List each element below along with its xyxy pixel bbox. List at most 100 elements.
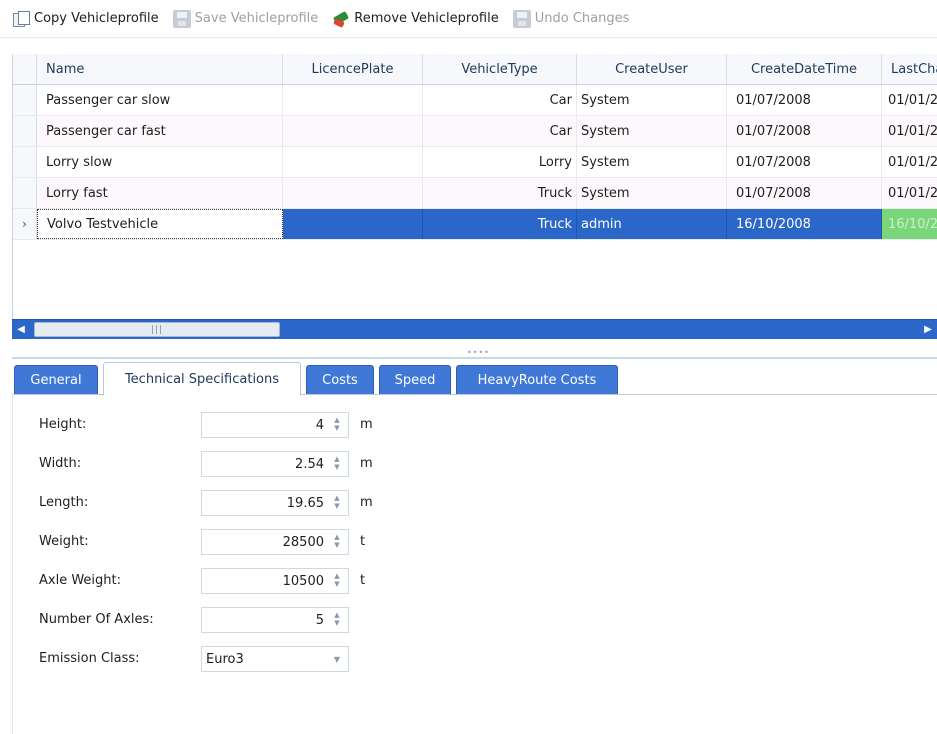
chevron-down-icon[interactable]: ▼ bbox=[334, 655, 340, 664]
remove-vehicleprofile-label: Remove Vehicleprofile bbox=[354, 11, 499, 26]
cell-last[interactable]: 16/10/2 bbox=[882, 209, 937, 239]
scrollbar-thumb[interactable]: ||| bbox=[34, 322, 280, 337]
number-of-axles-label: Number Of Axles: bbox=[39, 612, 154, 627]
emission-class-field: Emission Class: Euro3 ▼ bbox=[13, 646, 413, 674]
height-label: Height: bbox=[39, 417, 87, 432]
cell-licence[interactable] bbox=[283, 209, 423, 239]
table-row[interactable]: Lorry slow Lorry System 01/07/2008 01/01… bbox=[13, 147, 937, 178]
cell-user[interactable]: System bbox=[577, 85, 727, 115]
column-header-name[interactable]: Name bbox=[37, 54, 283, 84]
row-selector[interactable] bbox=[13, 85, 37, 115]
height-field: Height: 4 ▲ ▼ m bbox=[13, 412, 413, 440]
remove-icon bbox=[332, 10, 350, 28]
cell-created[interactable]: 01/07/2008 bbox=[727, 147, 882, 177]
grid-header: Name LicencePlate VehicleType CreateUser… bbox=[13, 54, 937, 85]
cell-licence[interactable] bbox=[283, 116, 423, 146]
scroll-right-icon[interactable]: ▶ bbox=[919, 320, 937, 339]
cell-type[interactable]: Car bbox=[423, 116, 577, 146]
row-selector-header bbox=[13, 54, 37, 84]
cell-last[interactable]: 01/01/2 bbox=[882, 147, 937, 177]
cell-last[interactable]: 01/01/2 bbox=[882, 178, 937, 208]
length-unit: m bbox=[360, 495, 373, 510]
table-row-selected[interactable]: › Volvo Testvehicle Truck admin 16/10/20… bbox=[13, 209, 937, 240]
cell-user[interactable]: System bbox=[577, 147, 727, 177]
column-header-vehicletype[interactable]: VehicleType bbox=[423, 54, 577, 84]
emission-class-value[interactable]: Euro3 bbox=[206, 652, 244, 667]
axle-weight-unit: t bbox=[360, 573, 366, 588]
cell-type[interactable]: Car bbox=[423, 85, 577, 115]
cell-name[interactable]: Volvo Testvehicle bbox=[37, 209, 283, 239]
cell-user[interactable]: System bbox=[577, 178, 727, 208]
length-value[interactable]: 19.65 bbox=[287, 496, 324, 511]
spin-arrows-icon[interactable]: ▲ ▼ bbox=[332, 572, 342, 590]
height-value[interactable]: 4 bbox=[316, 418, 324, 433]
height-unit: m bbox=[360, 417, 373, 432]
cell-name[interactable]: Passenger car slow bbox=[37, 85, 283, 115]
spin-arrows-icon[interactable]: ▲ ▼ bbox=[332, 533, 342, 551]
width-field: Width: 2.54 ▲ ▼ m bbox=[13, 451, 413, 479]
column-header-licenceplate[interactable]: LicencePlate bbox=[283, 54, 423, 84]
cell-created[interactable]: 01/07/2008 bbox=[727, 116, 882, 146]
length-stepper[interactable]: 19.65 ▲ ▼ bbox=[201, 490, 349, 516]
width-stepper[interactable]: 2.54 ▲ ▼ bbox=[201, 451, 349, 477]
spin-arrows-icon[interactable]: ▲ ▼ bbox=[332, 611, 342, 629]
tab-technical-specifications[interactable]: Technical Specifications bbox=[103, 362, 301, 396]
cell-type[interactable]: Truck bbox=[423, 178, 577, 208]
cell-name[interactable]: Lorry fast bbox=[37, 178, 283, 208]
tab-speed[interactable]: Speed bbox=[379, 365, 451, 395]
weight-stepper[interactable]: 28500 ▲ ▼ bbox=[201, 529, 349, 555]
table-row[interactable]: Passenger car fast Car System 01/07/2008… bbox=[13, 116, 937, 147]
cell-created[interactable]: 16/10/2008 bbox=[727, 209, 882, 239]
splitter-grip-icon[interactable]: •••• bbox=[467, 348, 490, 357]
cell-name[interactable]: Lorry slow bbox=[37, 147, 283, 177]
splitter[interactable]: •••• bbox=[12, 339, 937, 359]
column-header-lastchanged[interactable]: LastCha bbox=[882, 54, 937, 84]
cell-user[interactable]: System bbox=[577, 116, 727, 146]
cell-licence[interactable] bbox=[283, 85, 423, 115]
cell-name[interactable]: Passenger car fast bbox=[37, 116, 283, 146]
save-vehicleprofile-button[interactable]: Save Vehicleprofile bbox=[172, 9, 318, 28]
width-label: Width: bbox=[39, 456, 82, 471]
weight-value[interactable]: 28500 bbox=[283, 535, 324, 550]
cell-licence[interactable] bbox=[283, 147, 423, 177]
length-field: Length: 19.65 ▲ ▼ m bbox=[13, 490, 413, 518]
cell-last[interactable]: 01/01/2 bbox=[882, 85, 937, 115]
row-selector[interactable] bbox=[13, 116, 37, 146]
row-selector[interactable] bbox=[13, 178, 37, 208]
tab-costs[interactable]: Costs bbox=[306, 365, 374, 395]
spin-arrows-icon[interactable]: ▲ ▼ bbox=[332, 455, 342, 473]
table-row[interactable]: Lorry fast Truck System 01/07/2008 01/01… bbox=[13, 178, 937, 209]
remove-vehicleprofile-button[interactable]: Remove Vehicleprofile bbox=[332, 10, 498, 28]
cell-last[interactable]: 01/01/2 bbox=[882, 116, 937, 146]
row-selector[interactable] bbox=[13, 147, 37, 177]
number-of-axles-stepper[interactable]: 5 ▲ ▼ bbox=[201, 607, 349, 633]
emission-class-select[interactable]: Euro3 ▼ bbox=[201, 646, 349, 672]
width-value[interactable]: 2.54 bbox=[295, 457, 324, 472]
spin-arrows-icon[interactable]: ▲ ▼ bbox=[332, 494, 342, 512]
scroll-left-icon[interactable]: ◀ bbox=[12, 320, 30, 339]
tab-general[interactable]: General bbox=[14, 365, 98, 395]
axle-weight-value[interactable]: 10500 bbox=[283, 574, 324, 589]
cell-type[interactable]: Lorry bbox=[423, 147, 577, 177]
column-header-createdatetime[interactable]: CreateDateTime bbox=[727, 54, 882, 84]
number-of-axles-value[interactable]: 5 bbox=[316, 613, 324, 628]
copy-vehicleprofile-button[interactable]: Copy Vehicleprofile bbox=[12, 10, 159, 28]
cell-created[interactable]: 01/07/2008 bbox=[727, 178, 882, 208]
cell-type[interactable]: Truck bbox=[423, 209, 577, 239]
width-unit: m bbox=[360, 456, 373, 471]
horizontal-scrollbar[interactable]: ◀ ||| ▶ bbox=[12, 319, 937, 339]
cell-created[interactable]: 01/07/2008 bbox=[727, 85, 882, 115]
axle-weight-stepper[interactable]: 10500 ▲ ▼ bbox=[201, 568, 349, 594]
cell-user[interactable]: admin bbox=[577, 209, 727, 239]
table-row[interactable]: Passenger car slow Car System 01/07/2008… bbox=[13, 85, 937, 116]
cell-licence[interactable] bbox=[283, 178, 423, 208]
undo-changes-button[interactable]: Undo Changes bbox=[512, 9, 629, 28]
tab-heavyroute-costs[interactable]: HeavyRoute Costs bbox=[456, 365, 618, 395]
toolbar: Copy Vehicleprofile Save Vehicleprofile … bbox=[0, 0, 937, 38]
spin-arrows-icon[interactable]: ▲ ▼ bbox=[332, 416, 342, 434]
tab-bar: General Technical Specifications Costs S… bbox=[12, 362, 937, 396]
column-header-createuser[interactable]: CreateUser bbox=[577, 54, 727, 84]
grip-icon: ||| bbox=[150, 324, 164, 335]
current-row-indicator: › bbox=[13, 209, 37, 239]
height-stepper[interactable]: 4 ▲ ▼ bbox=[201, 412, 349, 438]
